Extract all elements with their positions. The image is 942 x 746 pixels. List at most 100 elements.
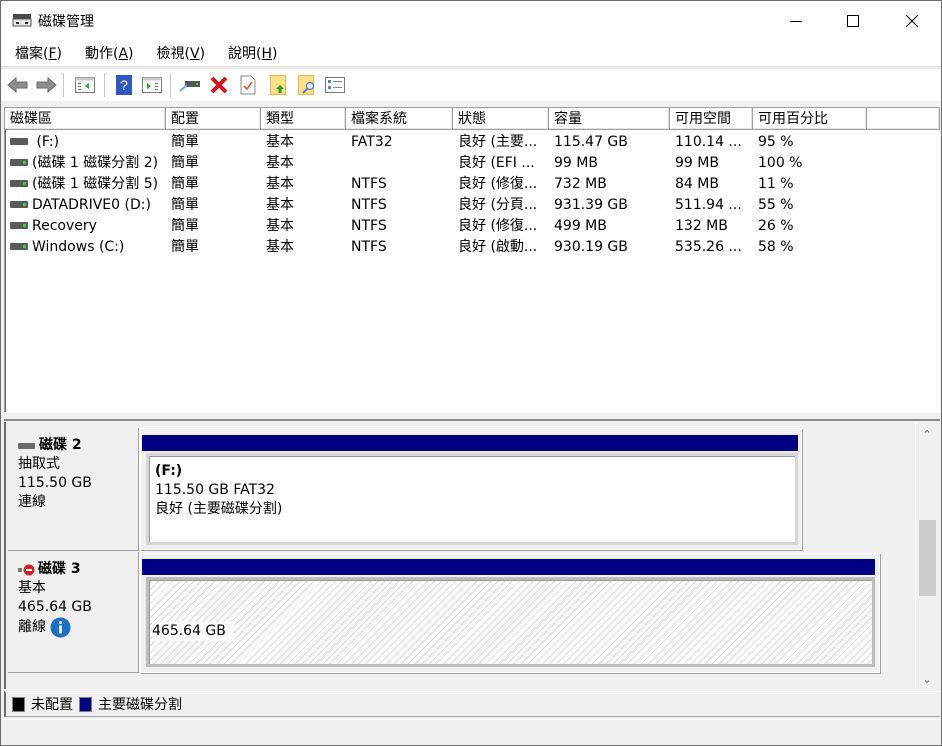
cell-free-space: 110.14 ... (675, 134, 742, 150)
cell-percent-free: 55 % (758, 197, 794, 213)
menu-action[interactable]: 動作(A) (71, 43, 143, 63)
menu-view-key: V (189, 46, 200, 62)
vertical-scrollbar[interactable]: ⌃ ⌄ (915, 422, 937, 689)
partition-f-text: (F:) 115.50 GB FAT32 良好 (主要磁碟分割) (155, 462, 282, 519)
primary-partition-swatch (79, 696, 92, 712)
title-bar: 磁碟管理 (1, 1, 941, 40)
disk-graphical-view: 磁碟 2 抽取式 115.50 GB 連線 (F:) 115.50 GB FAT… (4, 422, 940, 689)
forward-button[interactable] (35, 74, 57, 96)
column-header-percent-free[interactable]: 可用百分比 (753, 108, 867, 130)
table-row[interactable]: (F:) 簡單 基本 FAT32 良好 (主要... 115.47 GB 110… (5, 132, 867, 153)
primary-partition-bar (142, 559, 875, 575)
volume-name: Recovery (32, 218, 97, 234)
cell-type: 基本 (266, 155, 294, 171)
close-button[interactable] (883, 1, 941, 40)
minimize-button[interactable] (767, 1, 825, 40)
help-icon: ? (116, 75, 132, 95)
table-row[interactable]: (磁碟 1 磁碟分割 5) 簡單 基本 NTFS 良好 (修復... 732 M… (5, 174, 867, 195)
disk-2-state: 連線 (18, 494, 46, 510)
scrollbar-thumb[interactable] (919, 520, 936, 596)
column-header-layout[interactable]: 配置 (166, 108, 261, 130)
cell-type: 基本 (266, 134, 294, 150)
table-row[interactable]: DATADRIVE0 (D:) 簡單 基本 NTFS 良好 (分頁... 931… (5, 195, 867, 216)
column-header-volume[interactable]: 磁碟區 (5, 108, 166, 130)
volume-list: 磁碟區 配置 類型 檔案系統 狀態 容量 可用空間 可用百分比 (F:) 簡單 … (4, 107, 940, 413)
menu-bar: 檔案(F) 動作(A) 檢視(V) 說明(H) (1, 40, 941, 67)
removable-disk-icon (18, 442, 35, 449)
volume-icon (10, 137, 28, 145)
back-button[interactable] (7, 74, 29, 96)
explore-button[interactable] (296, 74, 318, 96)
column-header-status[interactable]: 狀態 (453, 108, 549, 130)
svg-text:?: ? (120, 77, 128, 93)
legend: 未配置 主要磁碟分割 (4, 691, 940, 717)
menu-view[interactable]: 檢視(V) (143, 43, 215, 63)
cell-file-system: FAT32 (351, 134, 393, 150)
disk-3-state-row: 離線 (18, 617, 139, 638)
disk-2-label[interactable]: 磁碟 2 抽取式 115.50 GB 連線 (8, 428, 140, 551)
show-hide-console-tree-icon (75, 77, 95, 93)
column-header-free-space[interactable]: 可用空間 (670, 108, 753, 130)
column-header-file-system[interactable]: 檔案系統 (346, 108, 453, 130)
menu-view-end: ) (199, 46, 206, 62)
cell-layout: 簡單 (171, 239, 199, 255)
help-button[interactable]: ? (113, 74, 135, 96)
minimize-icon (790, 20, 802, 22)
forward-icon (36, 76, 57, 94)
volume-icon (10, 242, 28, 250)
cell-free-space: 535.26 ... (675, 239, 742, 255)
open-button[interactable] (267, 74, 289, 96)
delete-icon (210, 76, 228, 94)
connect-drive-button[interactable] (179, 74, 201, 96)
cell-free-space: 99 MB (675, 155, 719, 171)
partition-f-status: 良好 (主要磁碟分割) (155, 501, 283, 517)
show-hide-console-tree-button[interactable] (74, 74, 96, 96)
cell-layout: 簡單 (171, 176, 199, 192)
cell-status: 良好 (啟動... (458, 239, 538, 255)
partition-f-name: (F:) (155, 463, 183, 479)
menu-help[interactable]: 說明(H) (214, 43, 286, 63)
properties-button[interactable] (237, 74, 259, 96)
info-icon[interactable] (50, 617, 71, 638)
disk-2-name: 磁碟 2 (39, 437, 82, 453)
checklist-button[interactable] (324, 74, 346, 96)
disk-3-label[interactable]: 磁碟 3 基本 465.64 GB 離線 (8, 552, 140, 673)
column-header-type[interactable]: 類型 (261, 108, 346, 130)
cell-capacity: 931.39 GB (554, 197, 628, 213)
delete-button[interactable] (208, 74, 230, 96)
cell-layout: 簡單 (171, 197, 199, 213)
disk-3-state: 離線 (18, 619, 46, 635)
volume-icon (10, 221, 28, 229)
partition-disk-3[interactable]: 465.64 GB (146, 577, 875, 667)
cell-volume: DATADRIVE0 (D:) (5, 195, 166, 216)
menu-file[interactable]: 檔案(F) (1, 43, 71, 63)
column-header-capacity[interactable]: 容量 (549, 108, 670, 130)
table-row[interactable]: Recovery 簡單 基本 NTFS 良好 (修復... 499 MB 132… (5, 216, 867, 237)
cell-type: 基本 (266, 197, 294, 213)
scroll-up-button[interactable]: ⌃ (916, 424, 938, 444)
cell-file-system: NTFS (351, 176, 387, 192)
cell-layout: 簡單 (171, 155, 199, 171)
disk-3-kind: 基本 (18, 580, 46, 596)
table-row[interactable]: Windows (C:) 簡單 基本 NTFS 良好 (啟動... 930.19… (5, 237, 867, 258)
cell-status: 良好 (分頁... (458, 197, 538, 213)
volume-icon (10, 179, 28, 187)
volume-icon (10, 200, 28, 208)
pane-splitter[interactable] (4, 413, 940, 421)
partition-f[interactable]: (F:) 115.50 GB FAT32 良好 (主要磁碟分割) (146, 453, 798, 545)
table-row[interactable]: (磁碟 1 磁碟分割 2) 簡單 基本 良好 (EFI ... 99 MB 99… (5, 153, 867, 174)
maximize-button[interactable] (824, 1, 882, 40)
volume-icon (10, 158, 28, 166)
cell-status: 良好 (修復... (458, 176, 538, 192)
properties-icon (240, 75, 256, 95)
menu-action-end: ) (128, 46, 134, 62)
disk-3-title: 磁碟 3 (18, 560, 139, 579)
disk-3-name: 磁碟 3 (38, 561, 81, 577)
disk-2-title: 磁碟 2 (18, 436, 139, 455)
scroll-down-button[interactable]: ⌄ (916, 669, 938, 689)
show-hide-action-pane-button[interactable] (141, 74, 163, 96)
cell-free-space: 132 MB (675, 218, 728, 234)
disk-3-size: 465.64 GB (18, 599, 92, 615)
cell-volume: Windows (C:) (5, 237, 166, 258)
open-icon (270, 75, 286, 95)
